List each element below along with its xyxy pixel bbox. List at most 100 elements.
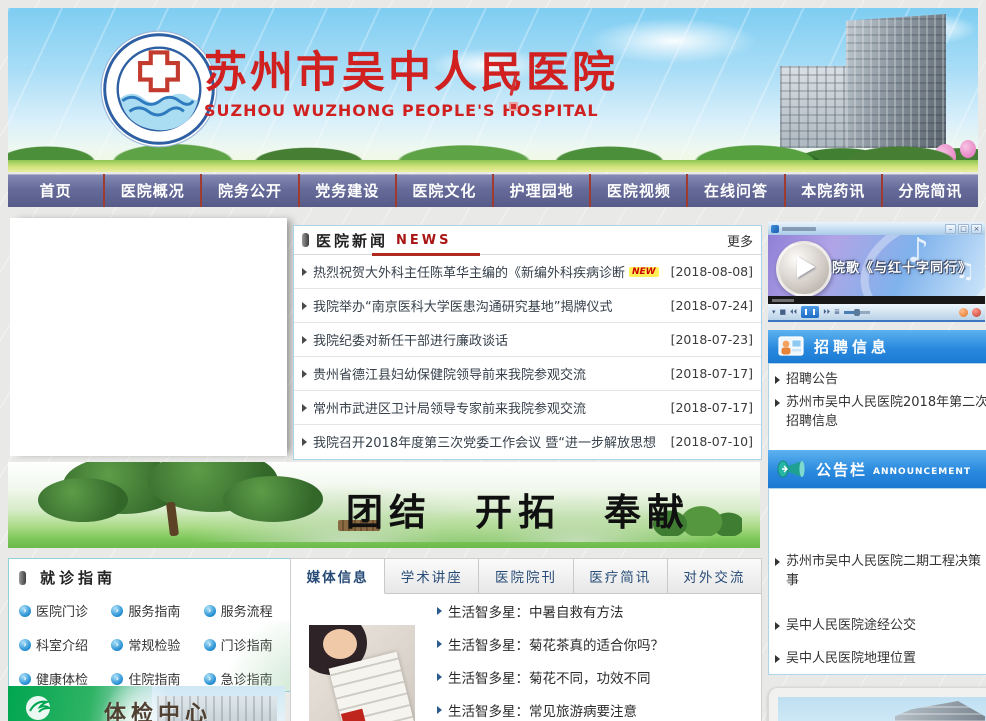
media-article-link[interactable]: 生活智多星：菊花茶真的适合你吗？ xyxy=(437,634,751,654)
circle-arrow-icon: › xyxy=(111,639,123,651)
volume-slider[interactable] xyxy=(844,311,870,314)
announcement-item-label: 苏州市吴中人民医院二期工程决策事 xyxy=(786,553,986,591)
tab-medical-briefs[interactable]: 医疗简讯 xyxy=(574,559,668,594)
hospital-logo xyxy=(100,30,218,148)
arrow-bullet-icon xyxy=(302,370,307,378)
intro-building-graphic xyxy=(895,701,985,721)
player-fullscreen-button[interactable] xyxy=(972,308,981,317)
news-more-link[interactable]: 更多 xyxy=(727,231,753,250)
player-record-button[interactable] xyxy=(959,308,968,317)
tab-external-exchange[interactable]: 对外交流 xyxy=(668,559,761,594)
player-logo-icon xyxy=(771,225,779,233)
announcement-item[interactable]: 吴中人民医院途经公交 xyxy=(775,617,986,636)
nav-item-hospital-video[interactable]: 医院视频 xyxy=(589,174,686,207)
play-icon xyxy=(797,256,815,278)
media-article-link[interactable]: 生活智多星：常见旅游病要注意 xyxy=(437,700,751,720)
recruitment-item[interactable]: 苏州市吴中人民医院2018年第二次招聘信息 xyxy=(775,394,986,432)
guide-link-routine-tests[interactable]: ›常规检验 xyxy=(111,635,203,654)
news-item-title[interactable]: 我院纪委对新任干部进行廉政谈话 xyxy=(313,330,663,349)
media-article-link[interactable]: 生活智多星：菊花不同，功效不同 xyxy=(437,667,751,687)
player-screen: ♪ ♫ 院歌《与红十字同行》 xyxy=(768,235,985,296)
nav-item-affairs-disclosure[interactable]: 院务公开 xyxy=(200,174,297,207)
arrow-bullet-icon xyxy=(775,622,780,630)
news-item-title[interactable]: 贵州省德江县妇幼保健院领导前来我院参观交流 xyxy=(313,364,663,383)
guide-grid: ›医院门诊 ›服务指南 ›服务流程 ›科室介绍 ›常规检验 ›门诊指南 ›健康体… xyxy=(19,601,296,688)
nav-item-hospital-culture[interactable]: 医院文化 xyxy=(395,174,492,207)
volume-knob[interactable] xyxy=(854,309,860,316)
bird-logo-icon xyxy=(24,694,52,721)
nav-item-online-qa[interactable]: 在线问答 xyxy=(686,174,783,207)
nav-item-pharmacy-news[interactable]: 本院药讯 xyxy=(784,174,881,207)
pause-button[interactable] xyxy=(801,306,819,318)
exam-center-banner[interactable]: 体检中心 xyxy=(8,686,285,721)
news-item-date: [2018-07-17] xyxy=(671,366,753,381)
news-item-title[interactable]: 热烈祝贺大外科主任陈革华主编的《新编外科疾病诊断与治 xyxy=(313,262,625,281)
news-item: 常州市武进区卫计局领导专家前来我院参观交流 [2018-07-17] xyxy=(294,391,761,425)
circle-arrow-icon: › xyxy=(19,673,31,685)
tab-media-info[interactable]: 媒体信息 xyxy=(291,559,385,594)
announcement-item[interactable]: 苏州市吴中人民医院二期工程决策事 xyxy=(775,553,986,591)
nav-item-party-building[interactable]: 党务建设 xyxy=(298,174,395,207)
player-minimize-button[interactable]: – xyxy=(945,224,956,234)
news-item-title[interactable]: 我院召开2018年度第三次党委工作会议 暨“进一步解放思想 xyxy=(313,432,663,451)
visit-guide-panel: 就诊指南 ›医院门诊 ›服务指南 ›服务流程 ›科室介绍 ›常规检验 ›门诊指南… xyxy=(8,558,307,692)
announcement-item[interactable]: 吴中人民医院地理位置 xyxy=(775,650,986,669)
new-badge: NEW xyxy=(629,267,659,277)
guide-link-outpatient-guide[interactable]: ›门诊指南 xyxy=(204,635,296,654)
hospital-homepage: 苏州市吴中人民医院 SUZHOU WUZHONG PEOPLE'S HOSPIT… xyxy=(0,0,986,721)
arrow-bullet-icon xyxy=(302,336,307,344)
news-item: 贵州省德江县妇幼保健院领导前来我院参观交流 [2018-07-17] xyxy=(294,357,761,391)
news-section-title-en: NEWS xyxy=(396,233,451,248)
calligraphy-signature xyxy=(506,74,520,116)
news-item-title[interactable]: 我院举办“南京医科大学医患沟通研究基地”揭牌仪式 xyxy=(313,296,663,315)
arrow-bullet-icon xyxy=(775,558,780,566)
next-button[interactable]: ⏵⏵ xyxy=(823,309,830,316)
video-caption: 院歌《与红十字同行》 xyxy=(832,257,972,276)
nav-item-hospital-overview[interactable]: 医院概况 xyxy=(103,174,200,207)
guide-link-service-process[interactable]: ›服务流程 xyxy=(204,601,296,620)
recruitment-item[interactable]: 招聘公告 xyxy=(775,371,986,390)
player-status-strip xyxy=(768,296,985,304)
circle-arrow-icon: › xyxy=(19,639,31,651)
guide-link-outpatient[interactable]: ›医院门诊 xyxy=(19,601,111,620)
media-article-link[interactable]: 生活智多星：中暑自救有方法 xyxy=(437,601,751,621)
player-menu-button[interactable]: ▾ xyxy=(772,309,776,316)
player-maximize-button[interactable]: □ xyxy=(958,224,969,234)
header-banner: 苏州市吴中人民医院 SUZHOU WUZHONG PEOPLE'S HOSPIT… xyxy=(8,8,978,172)
news-item-title[interactable]: 常州市武进区卫计局领导专家前来我院参观交流 xyxy=(313,398,663,417)
arrow-bullet-icon xyxy=(437,673,442,681)
news-item: 我院召开2018年度第三次党委工作会议 暨“进一步解放思想 [2018-07-1… xyxy=(294,425,761,458)
player-title-text xyxy=(782,227,816,231)
hospital-intro-card[interactable]: 医院简介 xyxy=(768,687,986,721)
player-close-button[interactable]: × xyxy=(971,224,982,234)
hospital-name-chinese: 苏州市吴中人民医院 xyxy=(204,52,618,95)
news-item: 我院纪委对新任干部进行廉政谈话 [2018-07-23] xyxy=(294,323,761,357)
photo-slideshow-area[interactable] xyxy=(10,218,287,456)
nav-item-nursing-corner[interactable]: 护理园地 xyxy=(492,174,589,207)
building-tower xyxy=(846,14,946,148)
nav-item-home[interactable]: 首页 xyxy=(8,174,103,207)
playlist-button[interactable]: ≣ xyxy=(834,309,840,316)
news-item-date: [2018-07-24] xyxy=(671,298,753,313)
grass-strip xyxy=(8,160,978,172)
news-item-date: [2018-07-17] xyxy=(671,400,753,415)
tab-academic-lectures[interactable]: 学术讲座 xyxy=(385,559,479,594)
nav-item-branch-news[interactable]: 分院简讯 xyxy=(881,174,978,207)
play-button[interactable] xyxy=(776,241,832,296)
news-item-date: [2018-08-08] xyxy=(671,264,753,279)
recruitment-header: 招聘信息 xyxy=(768,330,986,363)
guide-link-departments[interactable]: ›科室介绍 xyxy=(19,635,111,654)
tab-hospital-journal[interactable]: 医院院刊 xyxy=(479,559,573,594)
arrow-bullet-icon xyxy=(437,706,442,714)
site-title: 苏州市吴中人民医院 SUZHOU WUZHONG PEOPLE'S HOSPIT… xyxy=(204,52,618,120)
media-article-photo xyxy=(309,625,415,721)
guide-link-service-guide[interactable]: ›服务指南 xyxy=(111,601,203,620)
previous-button[interactable]: ⏴⏴ xyxy=(790,309,797,316)
hospital-slogan: 团结 开拓 奉献 xyxy=(346,482,690,536)
arrow-bullet-icon xyxy=(302,268,307,276)
announcement-item-label: 吴中人民医院途经公交 xyxy=(786,617,916,636)
player-controls: ▾ ■ ⏴⏴ ⏵⏵ ≣ xyxy=(768,304,985,320)
stop-button[interactable]: ■ xyxy=(780,309,787,316)
video-player: – □ × ♪ ♫ 院歌《与红十字同行》 ▾ ■ ⏴⏴ ⏵⏵ ≣ xyxy=(768,222,985,322)
arrow-bullet-icon xyxy=(302,302,307,310)
